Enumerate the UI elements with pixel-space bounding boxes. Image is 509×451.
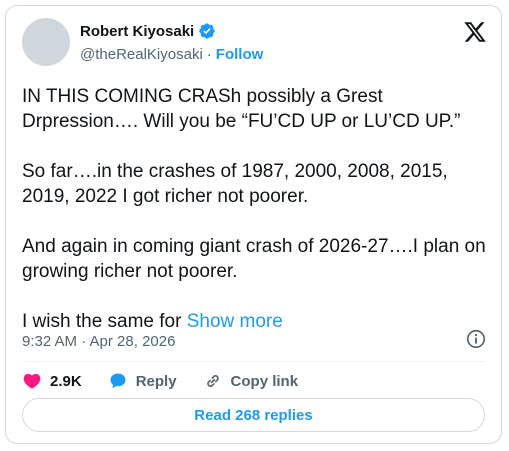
tweet-truncated-text: I wish the same for [22, 311, 182, 332]
info-icon[interactable] [465, 328, 487, 350]
heart-icon [23, 373, 41, 389]
tweet-timestamp[interactable]: 9:32 AM · Apr 28, 2026 [22, 333, 175, 350]
tweet-card: Robert Kiyosaki @theRealKiyosaki · Follo… [5, 5, 502, 444]
author-handle-row: @theRealKiyosaki · Follow [80, 46, 263, 63]
follow-button[interactable]: Follow [216, 46, 264, 63]
author-handle[interactable]: @theRealKiyosaki [80, 46, 203, 63]
avatar[interactable] [22, 18, 70, 66]
show-more-link[interactable]: Show more [187, 311, 283, 332]
copy-link-label: Copy link [230, 372, 299, 390]
author-name[interactable]: Robert Kiyosaki [80, 23, 194, 40]
like-button[interactable]: 2.9K [22, 371, 82, 391]
reply-bubble-icon [110, 373, 126, 389]
tweet-paragraph-last: I wish the same for Show more [22, 309, 492, 334]
separator-dot: · [206, 46, 212, 63]
divider [22, 361, 485, 362]
action-bar: 2.9K Reply Copy link [22, 371, 324, 391]
read-replies-button[interactable]: Read 268 replies [22, 398, 485, 432]
verified-badge-icon [199, 23, 215, 39]
tweet-paragraph: IN THIS COMING CRASh possibly a Grest Dr… [22, 86, 461, 132]
tweet-paragraph: So far….in the crashes of 1987, 2000, 20… [22, 161, 448, 207]
reply-label: Reply [135, 372, 177, 390]
like-count: 2.9K [50, 372, 82, 390]
link-icon [206, 375, 219, 387]
author-name-row: Robert Kiyosaki [80, 22, 216, 40]
copy-link-button[interactable]: Copy link [203, 371, 299, 391]
tweet-text: IN THIS COMING CRASh possibly a Grest Dr… [22, 84, 492, 359]
x-logo-icon[interactable] [463, 20, 487, 44]
tweet-paragraph: And again in coming giant crash of 2026-… [22, 236, 486, 282]
reply-button[interactable]: Reply [108, 371, 177, 391]
